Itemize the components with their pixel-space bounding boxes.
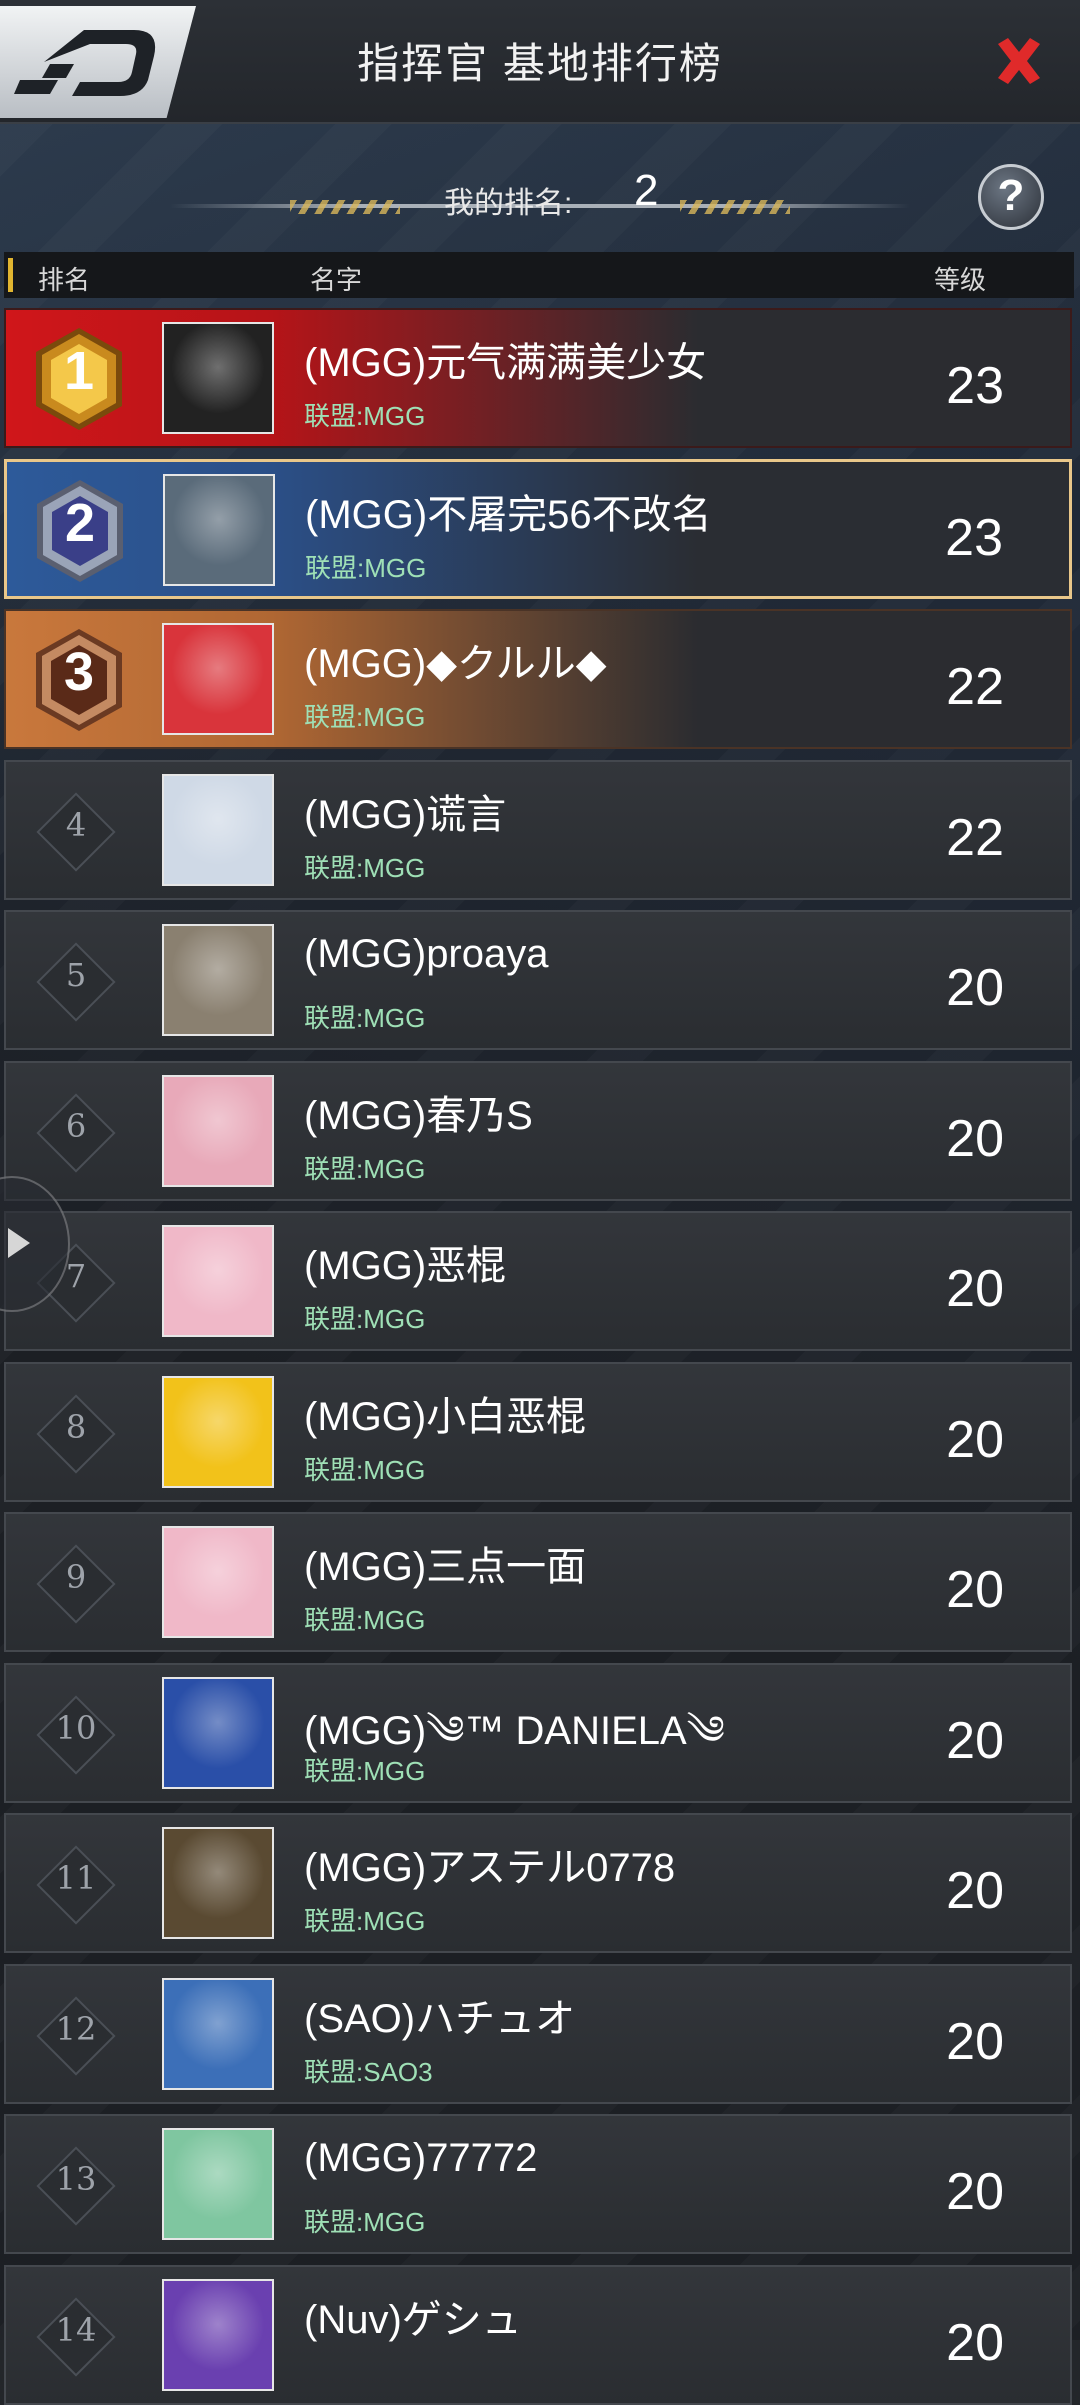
purple-abstract-avatar[interactable] [162,2278,274,2391]
girl-photo-avatar[interactable] [163,473,275,586]
player-level: 20 [946,1260,1004,1318]
column-rank: 排名 [38,265,91,295]
alliance-label: 联盟:MGG [305,552,427,583]
leaderboard-row[interactable]: 4 (MGG)谎言联盟:MGG 22 [4,759,1072,900]
squirtle-avatar[interactable] [162,2128,274,2240]
alliance-label: 联盟:SAO3 [304,2056,433,2087]
player-level: 20 [946,1561,1004,1619]
my-rank-value: 2 [634,166,659,215]
player-name: (Nuv)ゲシュ [304,2297,522,2342]
leaderboard-row[interactable]: 14 (Nuv)ゲシュ 20 [4,2264,1072,2405]
rank-number: 2 [64,492,96,553]
player-name: (MGG)元气满满美少女 [304,341,707,385]
decor-stripes [290,200,400,214]
leaderboard-row[interactable]: 1 (MGG)元气满满美少女联盟:MGG 23 [4,308,1072,448]
leaderboard-row[interactable]: 13 (MGG)77772 联盟:MGG 20 [4,2114,1072,2254]
anime-girl-cap-avatar[interactable] [162,1225,274,1337]
alliance-label: 联盟:MGG [304,1003,426,1033]
alliance-label: 联盟:MGG [304,401,426,431]
player-level: 20 [946,2012,1004,2071]
player-level: 20 [946,959,1004,1017]
player-level: 22 [946,658,1004,716]
help-icon: ? [997,171,1025,220]
woman-photo-avatar[interactable] [162,1676,274,1789]
leaderboard-row[interactable]: 3 (MGG)◆クルル◆ 联盟:MGG 22 [4,609,1072,749]
rank-number: 13 [55,2160,97,2198]
rank-number: 14 [55,2310,97,2349]
player-name: (MGG)77772 [304,2136,538,2180]
my-rank-label: 我的排名: [444,187,573,220]
teddy-bear-avatar[interactable] [162,1074,274,1187]
player-level: 20 [946,1711,1004,1770]
player-name: (MGG)三点一面 [304,1545,587,1589]
rank-number: 5 [65,956,87,994]
rank-number: 3 [63,642,95,702]
alliance-label: 联盟:MGG [304,1605,426,1635]
column-header: 排名 名字 等级 [4,252,1074,298]
player-level: 23 [946,357,1004,415]
player-level: 20 [946,1410,1004,1469]
play-arrow-icon [8,1228,30,1258]
rank-number: 6 [65,1106,87,1145]
leaderboard-row[interactable]: 10 (MGG)༄™ DANIELA༄ 联盟:MGG 20 [4,1662,1072,1803]
white-hair-anime-avatar[interactable] [162,773,274,886]
close-icon [998,38,1040,84]
player-level: 23 [945,508,1003,567]
rank-number: 8 [65,1407,87,1446]
player-name: (MGG)◆クルル◆ [304,642,607,686]
rank-number: 1 [63,341,95,401]
leaderboard-row[interactable]: 2 (MGG)不屠完56不改名联盟:MGG 23 [4,458,1072,599]
leaderboard-row[interactable]: 11 (MGG)アステル0778 联盟:MGG 20 [4,1813,1072,1953]
leaderboard-row[interactable]: 8 (MGG)小白恶棍联盟:MGG 20 [4,1361,1072,1502]
alliance-label: 联盟:MGG [304,1454,426,1485]
player-level: 20 [946,2163,1004,2221]
emblem-avatar[interactable] [162,1827,274,1939]
player-name: (MGG)谎言 [304,792,507,837]
player-name: (MGG)小白恶棍 [304,1394,587,1439]
eagle-avatar[interactable] [162,322,274,434]
decor-stripes [680,200,790,214]
rank-number: 9 [65,1558,87,1596]
player-level: 20 [946,2313,1004,2372]
alliance-label: 联盟:MGG [304,1153,426,1184]
alliance-label: 联盟:MGG [304,1755,426,1786]
alliance-label: 联盟:MGG [304,1304,426,1334]
player-name: (MGG)不屠完56不改名 [305,492,712,537]
player-name: (MGG)proaya [304,932,549,976]
player-name: (MGG)アステル0778 [304,1846,676,1890]
player-name: (MGG)恶棍 [304,1244,507,1288]
brown-hair-anime-avatar[interactable] [162,1977,274,2090]
brown-bear-avatar[interactable] [162,1375,274,1488]
alliance-label: 联盟:MGG [304,852,426,883]
rank-number: 12 [55,2009,97,2048]
leaderboard-row[interactable]: 5 (MGG)proaya 联盟:MGG 20 [4,910,1072,1050]
leaderboard-row[interactable]: 9 (MGG)三点一面联盟:MGG 20 [4,1512,1072,1652]
rank-number: 11 [55,1859,97,1897]
rank-number: 4 [65,805,87,844]
player-level: 20 [946,1109,1004,1168]
alliance-label: 联盟:MGG [304,2207,426,2237]
cartoon-bird-avatar[interactable] [162,924,274,1036]
leaderboard-row[interactable]: 12 (SAO)ハチュオ联盟:SAO3 20 [4,1963,1072,2104]
rank-number: 10 [55,1708,97,1747]
alliance-label: 联盟:MGG [304,702,426,732]
player-name: (SAO)ハチュオ [304,1996,576,2041]
anime-girl-cap-avatar[interactable] [162,1526,274,1638]
column-name: 名字 [310,265,363,295]
player-level: 22 [946,808,1004,867]
page-title: 指挥官 基地排行榜 [357,40,723,87]
help-button[interactable]: ? [978,164,1044,230]
player-name: (MGG)春乃S [304,1093,533,1138]
player-level: 20 [946,1862,1004,1920]
header-bar: 指挥官 基地排行榜 [0,0,1080,124]
pink-hair-anime-avatar[interactable] [162,623,274,735]
column-level: 等级 [934,265,987,295]
leaderboard-row[interactable]: 7 (MGG)恶棍 联盟:MGG 20 [4,1211,1072,1351]
alliance-label: 联盟:MGG [304,1906,426,1936]
close-button[interactable] [992,34,1046,88]
leaderboard-row[interactable]: 6 (MGG)春乃S 联盟:MGG 20 [4,1060,1072,1201]
